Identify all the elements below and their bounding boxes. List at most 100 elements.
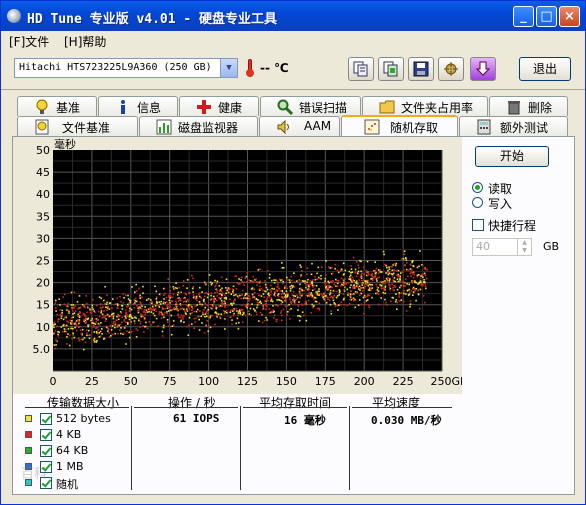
data-point [134, 322, 136, 324]
quick-stroke-checkbox[interactable] [472, 219, 484, 231]
maximize-button[interactable]: □ [536, 6, 557, 27]
data-point [314, 275, 316, 278]
data-point [282, 282, 284, 285]
title-bar[interactable]: HD Tune 专业版 v4.01 - 硬盘专业工具 _ □ × [1, 1, 585, 31]
drive-select[interactable]: Hitachi HTS723225L9A360 (250 GB) ▼ [14, 58, 238, 78]
data-point [374, 272, 377, 275]
data-point [286, 287, 289, 290]
data-point [340, 301, 343, 303]
tab-file-benchmark[interactable]: 文件基准 [17, 116, 138, 136]
data-point [346, 304, 349, 307]
minimize-button[interactable]: _ [513, 6, 534, 27]
menu-file[interactable]: [F]文件 [9, 33, 49, 50]
data-point [412, 265, 415, 268]
data-point [135, 336, 138, 338]
data-point [148, 320, 151, 323]
data-point [108, 302, 111, 304]
data-point [176, 303, 179, 306]
stroke-size-spinner[interactable]: 40 ▲ ▼ [472, 238, 532, 256]
spinner-arrows-icon[interactable]: ▲ ▼ [517, 239, 531, 255]
data-point [276, 280, 279, 283]
data-point [199, 302, 201, 304]
data-point [127, 302, 130, 305]
data-point [108, 308, 111, 310]
data-point [425, 277, 428, 280]
tab-erase[interactable]: 删除 [489, 96, 568, 116]
tab-error-scan[interactable]: 错误扫描 [260, 96, 361, 116]
data-point [305, 302, 307, 304]
save-button[interactable] [408, 57, 434, 81]
tab-info[interactable]: 信息 [98, 96, 178, 116]
data-point [259, 281, 261, 283]
data-point [344, 286, 347, 288]
y-tick-label: 20 [36, 277, 50, 290]
data-point [409, 300, 412, 302]
data-point [140, 308, 143, 310]
data-point [358, 267, 360, 269]
data-point [357, 304, 360, 306]
copy-screen-button[interactable] [378, 57, 404, 81]
read-radio[interactable] [472, 182, 483, 193]
data-point [138, 318, 140, 320]
close-button[interactable]: × [559, 6, 580, 27]
copy-text-button[interactable] [348, 57, 374, 81]
start-button[interactable]: 开始 [475, 146, 549, 167]
data-point [281, 314, 283, 317]
tab-aam[interactable]: AAM [259, 116, 340, 136]
data-point [327, 287, 330, 290]
data-point [224, 301, 227, 303]
data-point [166, 321, 169, 323]
data-point [342, 278, 345, 281]
tab-extra-tests[interactable]: 额外测试 [459, 116, 568, 136]
tab-random-access[interactable]: 随机存取 [341, 115, 458, 137]
tab-benchmark[interactable]: 基准 [17, 96, 97, 116]
download-button[interactable] [470, 57, 496, 81]
data-point [80, 338, 83, 341]
exit-button[interactable]: 退出 [519, 57, 571, 81]
data-point [141, 314, 144, 317]
tab-disk-monitor[interactable]: 磁盘监视器 [139, 116, 258, 136]
row-label-64kb: 64 KB [56, 444, 89, 457]
data-point [365, 269, 368, 272]
checkbox-4kb[interactable] [40, 429, 52, 441]
data-point [121, 316, 123, 319]
data-point [336, 304, 339, 307]
tab-health[interactable]: 健康 [179, 96, 259, 116]
data-point [209, 306, 212, 309]
data-point [160, 317, 163, 319]
data-point [73, 336, 76, 339]
data-point [350, 290, 352, 292]
data-point [72, 327, 74, 330]
write-radio[interactable] [472, 197, 483, 208]
settings-button[interactable] [438, 57, 464, 81]
data-point [65, 305, 68, 308]
chevron-down-icon[interactable]: ▼ [220, 59, 237, 77]
data-point [386, 304, 388, 306]
data-point [116, 303, 119, 305]
data-point [129, 321, 132, 324]
data-point [198, 293, 200, 296]
data-point [297, 315, 299, 317]
data-point [257, 301, 260, 304]
data-point [362, 296, 365, 299]
menu-help[interactable]: [H]帮助 [64, 33, 106, 50]
data-point [342, 274, 345, 276]
data-point [102, 306, 104, 308]
data-point [274, 295, 277, 297]
data-point [279, 290, 281, 292]
checkbox-512b[interactable] [40, 413, 52, 425]
data-point [123, 332, 125, 335]
tab-folder-usage[interactable]: 文件夹占用率 [362, 96, 488, 116]
data-point [364, 286, 367, 288]
checkbox-64kb[interactable] [40, 445, 52, 457]
data-point [371, 272, 374, 275]
data-point [379, 271, 381, 273]
data-point [312, 286, 314, 288]
data-point [261, 314, 264, 316]
data-point [281, 319, 283, 322]
data-point [154, 285, 156, 288]
data-point [411, 271, 414, 274]
data-point [129, 330, 132, 333]
data-point [391, 296, 394, 299]
data-point [128, 318, 131, 321]
